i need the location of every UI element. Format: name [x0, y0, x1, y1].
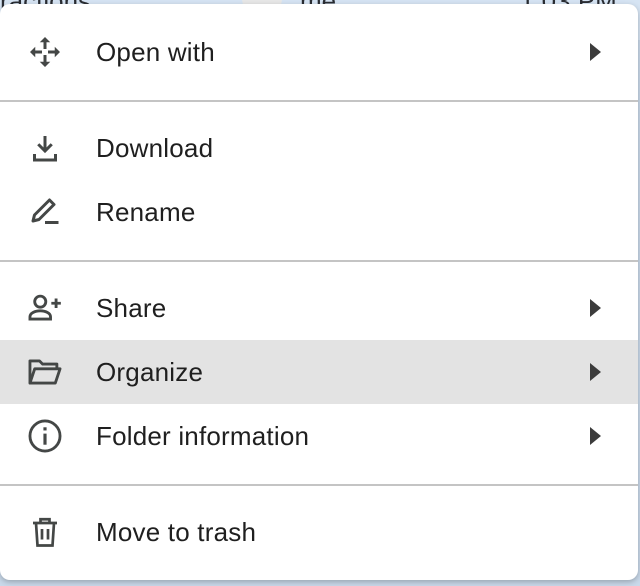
menu-item-open-with[interactable]: Open with	[0, 20, 638, 84]
menu-item-folder-information[interactable]: Folder information	[0, 404, 638, 468]
menu-item-share[interactable]: Share	[0, 276, 638, 340]
menu-item-label: Rename	[96, 196, 196, 227]
submenu-arrow-icon	[590, 363, 601, 381]
info-icon	[26, 417, 64, 455]
context-menu: Open with Download Rename Share Organize…	[0, 4, 638, 580]
person-add-icon	[26, 289, 64, 327]
menu-item-label: Folder information	[96, 420, 310, 451]
menu-divider	[0, 484, 638, 486]
menu-item-rename[interactable]: Rename	[0, 180, 638, 244]
menu-item-label: Move to trash	[96, 516, 257, 547]
menu-item-label: Share	[96, 292, 167, 323]
download-icon	[26, 129, 64, 167]
submenu-arrow-icon	[590, 427, 601, 445]
menu-item-label: Organize	[96, 356, 204, 387]
folder-open-icon	[26, 353, 64, 391]
trash-icon	[26, 513, 64, 551]
pencil-icon	[26, 193, 64, 231]
menu-divider	[0, 100, 638, 102]
submenu-arrow-icon	[590, 43, 601, 61]
submenu-arrow-icon	[590, 299, 601, 317]
menu-item-organize[interactable]: Organize	[0, 340, 638, 404]
menu-item-label: Open with	[96, 36, 215, 67]
menu-item-download[interactable]: Download	[0, 116, 638, 180]
menu-item-label: Download	[96, 132, 214, 163]
move-arrows-icon	[26, 33, 64, 71]
menu-divider	[0, 260, 638, 262]
menu-item-move-to-trash[interactable]: Move to trash	[0, 500, 638, 564]
